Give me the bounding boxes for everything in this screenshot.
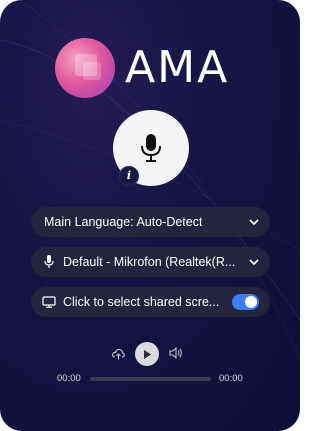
app-logo: AMA: [55, 36, 245, 98]
duration-time: 00:00: [219, 373, 243, 384]
cloud-upload-icon[interactable]: [112, 348, 125, 360]
chevron-down-icon: [249, 219, 259, 226]
microphone-icon: [141, 134, 161, 162]
screen-share-toggle[interactable]: [232, 294, 259, 310]
volume-icon[interactable]: [169, 347, 183, 359]
info-icon[interactable]: i: [119, 166, 139, 186]
logo-orb-icon: [55, 38, 115, 98]
play-button[interactable]: [135, 342, 159, 366]
microphone-small-icon: [42, 255, 56, 269]
screen-share-toggle-row[interactable]: Click to select shared scre...: [31, 287, 270, 317]
chevron-down-icon: [249, 259, 259, 266]
microphone-label: Default - Mikrofon (Realtek(R...: [63, 255, 236, 269]
play-icon: [144, 349, 151, 359]
monitor-icon: [42, 295, 56, 309]
logo-text: AMA: [125, 42, 230, 93]
toggle-knob: [245, 296, 257, 308]
screen-share-label: Click to select shared scre...: [63, 295, 220, 309]
microphone-select[interactable]: Default - Mikrofon (Realtek(R...: [31, 247, 270, 277]
audio-player: 00:00 00:00: [0, 340, 300, 390]
app-panel: AMA i Main Language: Auto-Detect Default…: [0, 0, 300, 431]
language-label: Main Language: Auto-Detect: [44, 215, 203, 229]
progress-track[interactable]: [90, 377, 211, 381]
language-select[interactable]: Main Language: Auto-Detect: [31, 207, 270, 237]
current-time: 00:00: [57, 373, 81, 384]
